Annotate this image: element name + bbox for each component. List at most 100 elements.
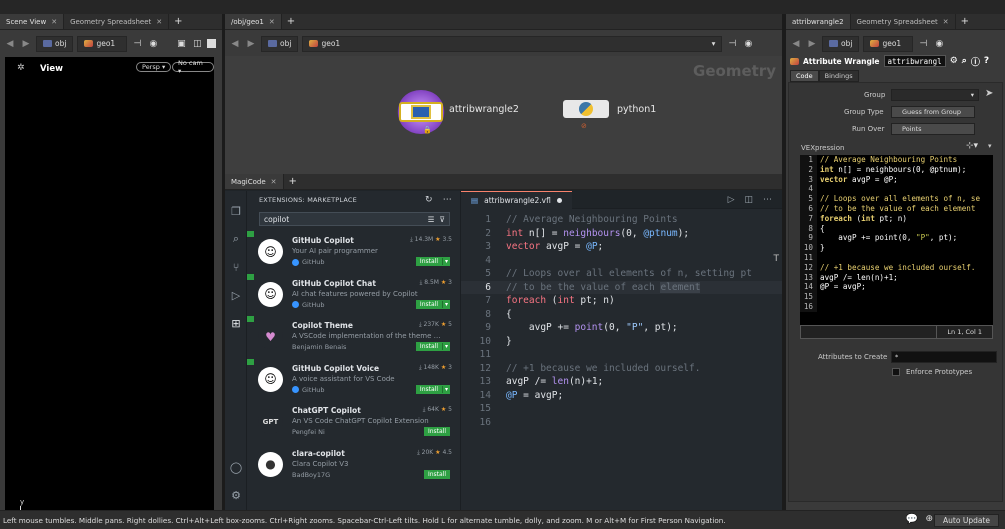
auto-update-button[interactable]: Auto Update — [934, 514, 999, 527]
vex-line[interactable]: 3 vector avgP = @P; — [800, 174, 993, 185]
refresh-icon[interactable]: ↻ — [425, 195, 433, 205]
tab-network[interactable]: /obj/geo1 ✕ — [225, 14, 282, 29]
back-arrow-icon[interactable]: ◀ — [4, 38, 16, 50]
white-square-icon[interactable] — [207, 39, 217, 48]
run-over-dropdown[interactable]: Points — [891, 123, 975, 135]
breadcrumb-geo[interactable]: geo1 — [77, 35, 128, 52]
forward-arrow-icon[interactable]: ▶ — [245, 38, 257, 50]
extension-item[interactable]: GPT ChatGPT Copilot ⤓ 64K ★ 5 An VS Code Ch… — [247, 400, 460, 443]
extension-item[interactable]: ☺ GitHub Copilot Chat ⤓ 8.5M ★ 3 AI chat fe… — [247, 273, 460, 316]
viewport[interactable]: ✲ View Persp ▾ No cam ▾ y x — [5, 57, 214, 510]
enforce-prototypes-checkbox[interactable] — [892, 368, 900, 376]
vex-line[interactable]: 15 — [800, 292, 993, 302]
vex-line[interactable]: 6// to be the value of each element — [800, 203, 993, 214]
help-icon[interactable]: ⓘ — [971, 55, 980, 68]
question-icon[interactable]: ? — [984, 56, 989, 66]
account-icon[interactable]: ◯ — [228, 459, 244, 475]
breadcrumb-geo[interactable]: geo1 — [863, 35, 914, 52]
extension-item[interactable]: ● clara-copilot ⤓ 20K ★ 4.5 Clara Copilot V… — [247, 443, 460, 486]
select-arrow-icon[interactable]: ➤ — [985, 88, 993, 99]
add-tab-button[interactable]: + — [169, 14, 187, 29]
vex-line[interactable]: 9 avgP += point(0, "P", pt); — [800, 233, 993, 244]
display-icon[interactable]: ◫ — [191, 38, 203, 50]
group-input[interactable]: ▾ — [891, 89, 979, 101]
vex-editor[interactable]: 1// Average Neighbouring Points 2 int n[] … — [800, 155, 993, 325]
camera-icon[interactable]: ✲ — [17, 63, 25, 73]
clear-icon[interactable]: ☰ — [428, 215, 435, 224]
vex-line[interactable]: 2 int n[] = neighbours(0, @ptnum); — [800, 164, 993, 175]
close-icon[interactable]: ✕ — [156, 18, 162, 26]
search-icon[interactable]: ⌕ — [962, 56, 967, 66]
install-button[interactable]: Install ▾ — [415, 257, 450, 266]
code-line[interactable]: 15 — [461, 402, 782, 416]
chat-icon[interactable]: 💬 — [906, 514, 918, 525]
code-line[interactable]: 1// Average Neighbouring Points — [461, 213, 782, 227]
chevron-down-icon[interactable]: ▾ — [441, 300, 450, 308]
back-arrow-icon[interactable]: ◀ — [790, 38, 802, 50]
install-button[interactable]: Install — [423, 469, 450, 479]
vex-line[interactable]: 5// Loops over all elements of n, se — [800, 194, 993, 204]
code-line[interactable]: 2 int n[] = neighbours(0, @ptnum); — [461, 227, 782, 241]
vex-line[interactable]: 1// Average Neighbouring Points — [800, 155, 993, 165]
pane-divider[interactable] — [782, 14, 786, 510]
pin-icon[interactable]: ⊣ — [917, 38, 929, 50]
settings-gear-icon[interactable]: ⚙ — [228, 487, 244, 503]
code-line[interactable]: 6// to be the value of each element — [461, 280, 782, 294]
tab-scene-view[interactable]: Scene View ✕ — [0, 14, 65, 29]
forward-arrow-icon[interactable]: ▶ — [806, 38, 818, 50]
vex-line[interactable]: 13 avgP /= len(n)+1; — [800, 272, 993, 283]
network-canvas[interactable]: Geometry attribwrangle2 🔒 python1 ⊘ — [225, 56, 782, 174]
tab-geometry-spreadsheet[interactable]: Geometry Spreadsheet ✕ — [64, 14, 170, 29]
source-control-icon[interactable]: ⑂ — [228, 259, 244, 275]
forward-arrow-icon[interactable]: ▶ — [20, 38, 32, 50]
close-icon[interactable]: ✕ — [271, 178, 277, 186]
install-button[interactable]: Install ▾ — [415, 299, 450, 309]
chevron-down-icon[interactable]: ▾ — [712, 39, 716, 48]
code-line[interactable]: 3 vector avgP = @P; — [461, 240, 782, 254]
split-editor-icon[interactable]: ◫ — [744, 195, 753, 205]
tab-attribwrangle2[interactable]: attribwrangle2 — [786, 14, 851, 29]
snapshot-icon[interactable]: ▣ — [175, 38, 187, 50]
gear-icon[interactable]: ⚙ — [950, 56, 958, 66]
vex-line[interactable]: 8{ — [800, 223, 993, 234]
node-name-field[interactable]: attribwrangl — [883, 55, 946, 67]
more-icon[interactable]: ⋯ — [763, 195, 772, 205]
code-line[interactable]: 12// +1 because we included ourself. — [461, 362, 782, 376]
vex-line[interactable]: 16 — [800, 301, 993, 312]
chevron-down-icon[interactable]: ▾ — [441, 343, 450, 350]
tab-code[interactable]: Code — [790, 70, 819, 82]
add-tab-button[interactable]: + — [956, 14, 974, 29]
install-button[interactable]: Install ▾ — [415, 342, 450, 351]
tab-magicode[interactable]: MagiCode ✕ — [225, 174, 284, 189]
chevron-down-icon[interactable]: ▾ — [441, 258, 450, 265]
extension-item[interactable]: ☺ GitHub Copilot Voice ⤓ 148K ★ 3 A voice a… — [247, 358, 460, 401]
code-area[interactable]: 1// Average Neighbouring Points 2 int n[] … — [461, 213, 782, 429]
extension-item[interactable]: ☺ GitHub Copilot ⤓ 14.3M ★ 3.5 Your AI pair… — [247, 230, 460, 273]
code-line[interactable]: 7 foreach (int pt; n) — [461, 294, 782, 308]
breadcrumb-obj[interactable]: obj — [36, 35, 74, 52]
code-line[interactable]: 4 — [461, 254, 782, 268]
tab-bindings[interactable]: Bindings — [818, 70, 859, 82]
chevron-down-icon[interactable]: ▾ — [441, 385, 450, 393]
vex-line[interactable]: 14 @P = avgP; — [800, 282, 993, 293]
close-icon[interactable]: ✕ — [269, 18, 275, 26]
close-icon[interactable]: ✕ — [943, 18, 949, 26]
vex-line[interactable]: 10} — [800, 243, 993, 253]
search-icon[interactable]: ⌕ — [228, 231, 244, 247]
add-tab-button[interactable]: + — [284, 174, 302, 189]
code-line[interactable]: 8{ — [461, 308, 782, 322]
filter-icon[interactable]: ⊽ — [440, 215, 446, 224]
chevron-down-icon[interactable]: ▾ — [971, 91, 974, 99]
back-arrow-icon[interactable]: ◀ — [229, 38, 241, 50]
vex-line[interactable]: 11 — [800, 252, 993, 263]
link-icon[interactable]: ◉ — [742, 38, 754, 50]
explorer-icon[interactable]: ❐ — [228, 203, 244, 219]
vex-line[interactable]: 7 foreach (int pt; n) — [800, 213, 993, 224]
tab-geometry-spreadsheet[interactable]: Geometry Spreadsheet ✕ — [851, 14, 956, 29]
code-line[interactable]: 13 avgP /= len(n)+1; — [461, 375, 782, 389]
persp-dropdown[interactable]: Persp ▾ — [136, 62, 172, 72]
extension-item[interactable]: ♥ Copilot Theme ⤓ 237K ★ 5 A VSCode impleme… — [247, 315, 460, 358]
vex-menu-icon[interactable]: ▾ — [988, 142, 992, 150]
extensions-icon[interactable]: ⊞ — [228, 315, 244, 331]
install-button[interactable]: Install — [423, 427, 450, 436]
